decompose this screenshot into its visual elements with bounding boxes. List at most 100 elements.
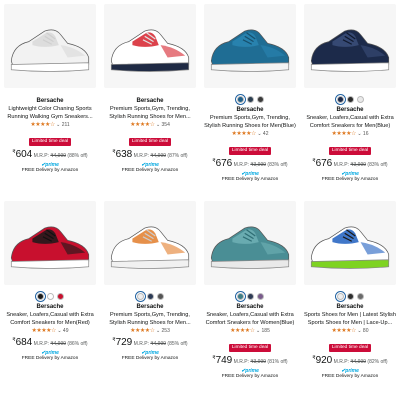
- star-rating-icon: ★★★★☆: [331, 131, 357, 137]
- color-swatch[interactable]: [246, 293, 254, 300]
- limited-deal-badge: Limited time deal: [328, 344, 372, 352]
- product-card[interactable]: Bersache Premium Sports,Gym, Trending, S…: [100, 0, 200, 196]
- color-swatch[interactable]: [234, 94, 246, 105]
- product-title-line-1: Premium Sports,Gym, Trending,: [110, 312, 190, 318]
- price: ₹749: [212, 355, 232, 366]
- color-swatch[interactable]: [34, 291, 46, 302]
- color-swatch[interactable]: [356, 293, 364, 300]
- product-card[interactable]: Bersache Lightweight Color Chaning Sport…: [0, 0, 100, 196]
- product-title[interactable]: Sneaker, Loafers,Casual with Extra Comfo…: [0, 311, 100, 327]
- color-swatch[interactable]: [256, 96, 264, 103]
- product-card[interactable]: Bersache Premium Sports,Gym, Trending, S…: [100, 197, 200, 393]
- product-title-line-1: Sneaker, Loafers,Casual with Extra: [6, 312, 94, 318]
- product-title-line-2: Stylish Running Shoes for Men...: [109, 320, 191, 326]
- mrp-value: ₹4,999: [50, 153, 67, 159]
- star-rating-icon: ★★★★☆: [130, 328, 155, 334]
- star-rating-icon: ★★★★☆: [231, 131, 257, 137]
- rating-row[interactable]: ★★★★☆ ⌄ 80: [300, 327, 400, 335]
- rating-row[interactable]: ★★★★☆ ⌄ 185: [200, 327, 300, 335]
- product-image[interactable]: [304, 4, 396, 88]
- product-card[interactable]: Bersache Sneaker, Loafers,Casual with Ex…: [0, 197, 100, 393]
- shoe-image: [210, 226, 290, 269]
- mrp-value: ₹4,999: [150, 153, 167, 159]
- color-swatch[interactable]: [46, 293, 54, 300]
- color-swatches: [300, 291, 400, 302]
- limited-deal-badge: Limited time deal: [28, 138, 72, 146]
- review-count: ⌄ 211: [56, 122, 70, 128]
- color-swatch[interactable]: [56, 293, 64, 300]
- product-title-line-2: Stylish Running Shoes for Men...: [109, 114, 191, 120]
- product-image[interactable]: [304, 201, 396, 285]
- review-count: ⌄ 49: [57, 328, 69, 334]
- mrp-value: ₹4,999: [150, 341, 167, 347]
- star-rating-icon: ★★★★☆: [130, 122, 155, 128]
- product-title[interactable]: Premium Sports,Gym, Trending, Stylish Ru…: [100, 311, 200, 327]
- product-card[interactable]: Bersache Premium Sports,Gym, Trending, S…: [200, 0, 300, 196]
- product-title-line-1: Sports Shoes for Men | Latest Stylish: [304, 312, 396, 318]
- color-swatch[interactable]: [346, 96, 354, 103]
- rating-row[interactable]: ★★★★☆ ⌄ 354: [100, 121, 200, 129]
- product-title-line-1: Sneaker, Loafers,Casual with Extra: [306, 115, 394, 121]
- brand-name: Bersache: [236, 304, 264, 310]
- review-count: ⌄ 16: [357, 131, 369, 137]
- shoe-image: [10, 29, 90, 72]
- rating-row[interactable]: ★★★★☆ ⌄ 16: [300, 130, 400, 138]
- color-swatch[interactable]: [234, 291, 246, 302]
- product-image[interactable]: [204, 201, 296, 285]
- rating-row[interactable]: ★★★★☆ ⌄ 253: [100, 327, 200, 335]
- color-swatches: [200, 291, 300, 302]
- product-image[interactable]: [4, 201, 96, 285]
- mrp-label: M.R.P:: [133, 153, 149, 159]
- rating-row[interactable]: ★★★★☆ ⌄ 42: [200, 130, 300, 138]
- rating-row[interactable]: ★★★★☆ ⌄ 211: [0, 121, 100, 129]
- review-count: ⌄ 185: [255, 328, 270, 334]
- color-swatch[interactable]: [334, 94, 346, 105]
- product-image[interactable]: [104, 4, 196, 88]
- brand-name: Bersache: [36, 98, 64, 104]
- product-title[interactable]: Premium Sports,Gym, Trending, Stylish Ru…: [100, 105, 200, 121]
- shoe-image: [110, 226, 190, 269]
- color-swatches: [300, 94, 400, 105]
- product-title[interactable]: Premium Sports,Gym, Trending, Stylish Ru…: [200, 114, 300, 130]
- color-swatch[interactable]: [246, 96, 254, 103]
- delivery-text: FREE Delivery by Amazon: [221, 374, 279, 379]
- product-title[interactable]: Sports Shoes for Men | Latest Stylish Sp…: [300, 311, 400, 327]
- delivery-text: FREE Delivery by Amazon: [21, 356, 79, 361]
- product-title[interactable]: Sneaker, Loafers,Casual with Extra Comfo…: [200, 311, 300, 327]
- product-title-line-1: Sneaker, Loafers,Casual with Extra: [206, 312, 294, 318]
- discount-percent: (83% off): [267, 162, 288, 168]
- shoe-image: [210, 29, 290, 72]
- product-card[interactable]: Bersache Sports Shoes for Men | Latest S…: [300, 197, 400, 393]
- color-swatch[interactable]: [146, 293, 154, 300]
- price: ₹676: [212, 158, 232, 169]
- product-title-line-2: Running Walking Gym Sneakers...: [7, 114, 93, 120]
- color-swatch[interactable]: [256, 293, 264, 300]
- discount-percent: (85% off): [167, 341, 188, 347]
- mrp-label: M.R.P:: [33, 341, 49, 347]
- product-title[interactable]: Lightweight Color Chaning Sports Running…: [0, 105, 100, 121]
- color-swatch[interactable]: [156, 293, 164, 300]
- color-swatch[interactable]: [334, 291, 346, 302]
- shoe-image: [310, 29, 390, 72]
- price: ₹729: [112, 337, 132, 348]
- product-title[interactable]: Sneaker, Loafers,Casual with Extra Comfo…: [300, 114, 400, 130]
- color-swatch[interactable]: [346, 293, 354, 300]
- delivery-text: FREE Delivery by Amazon: [121, 356, 179, 361]
- rating-row[interactable]: ★★★★☆ ⌄ 49: [0, 327, 100, 335]
- shoe-image: [10, 226, 90, 269]
- product-title-line-2: Comfort Sneakers for Women(Blue): [205, 320, 295, 326]
- star-rating-icon: ★★★★☆: [31, 328, 57, 334]
- price-value: 684: [15, 337, 33, 348]
- mrp-value: ₹4,999: [350, 359, 367, 365]
- product-card[interactable]: Bersache Sneaker, Loafers,Casual with Ex…: [300, 0, 400, 196]
- product-image[interactable]: [4, 4, 96, 88]
- color-swatch[interactable]: [356, 96, 364, 103]
- price-row: ₹638 M.R.P: ₹4,999 (87% off): [100, 147, 200, 162]
- color-swatch[interactable]: [134, 291, 146, 302]
- product-image[interactable]: [204, 4, 296, 88]
- product-image[interactable]: [104, 201, 196, 285]
- product-card[interactable]: Bersache Sneaker, Loafers,Casual with Ex…: [200, 197, 300, 393]
- price-value: 749: [215, 355, 233, 366]
- mrp-label: M.R.P:: [333, 359, 349, 365]
- mrp-value: ₹3,999: [250, 162, 267, 168]
